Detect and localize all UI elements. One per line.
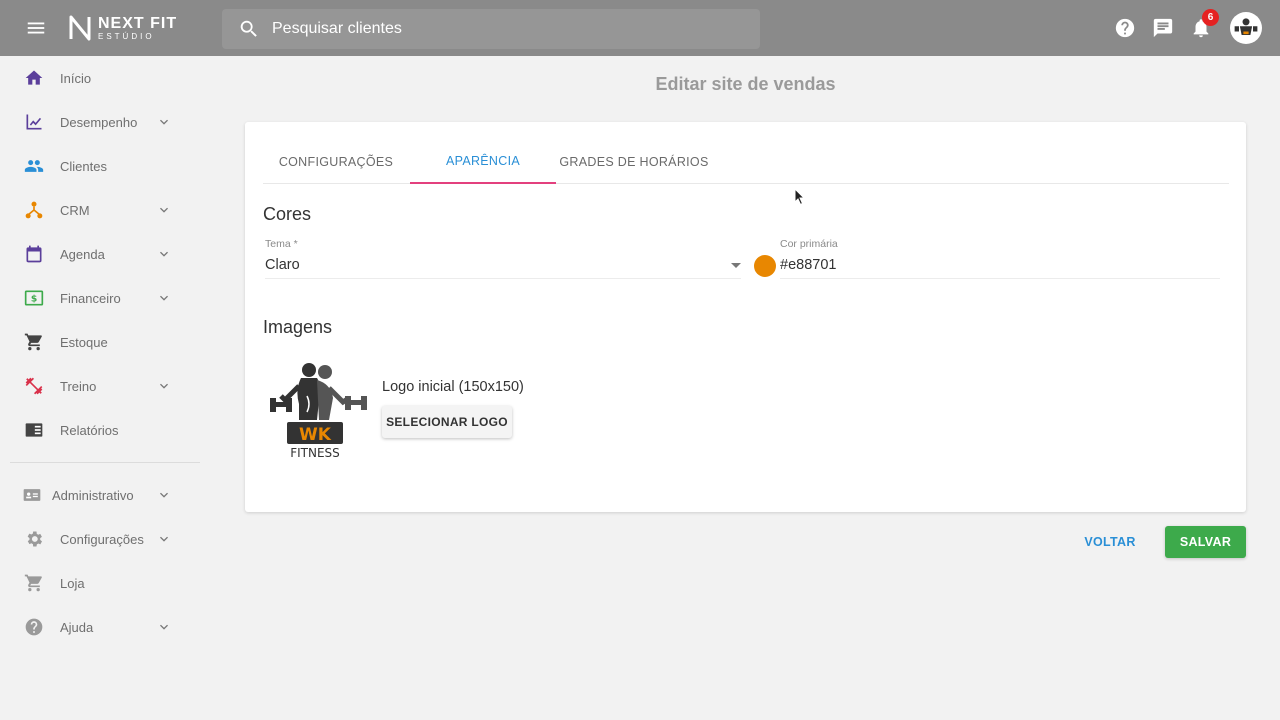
- sidebar-item-configuracoes[interactable]: Configurações: [0, 517, 210, 561]
- sidebar-item-agenda[interactable]: Agenda: [0, 232, 210, 276]
- gym-logo-image: WK FITNESS: [270, 363, 367, 460]
- mouse-cursor-icon: [794, 188, 806, 206]
- calendar-icon: [24, 244, 44, 264]
- tema-underline: [265, 278, 741, 279]
- chevron-down-icon[interactable]: [156, 290, 172, 306]
- chevron-down-icon[interactable]: [156, 246, 172, 262]
- sidebar-item-inicio[interactable]: Início: [0, 56, 210, 100]
- sidebar-item-label: Desempenho: [60, 114, 138, 130]
- dropdown-caret-icon[interactable]: [731, 263, 741, 268]
- search-input[interactable]: [272, 20, 732, 38]
- svg-text:$: $: [31, 293, 37, 304]
- help-button[interactable]: [1106, 8, 1144, 48]
- logo-caption: Logo inicial (150x150): [382, 379, 524, 395]
- sidebar-item-label: Relatórios: [60, 422, 119, 438]
- top-bar: NEXT FIT ESTÚDIO 6: [0, 0, 1280, 56]
- logo-preview: WK FITNESS: [265, 360, 375, 470]
- help-icon: [1115, 18, 1135, 38]
- tab-bar: CONFIGURAÇÕES APARÊNCIA GRADES DE HORÁRI…: [263, 140, 1229, 184]
- search-icon: [240, 20, 257, 37]
- tema-label: Tema *: [265, 238, 298, 250]
- sidebar-item-label: Início: [60, 70, 92, 86]
- logo-text-fitness: FITNESS: [290, 446, 340, 460]
- sidebar-divider: [10, 462, 200, 463]
- user-avatar[interactable]: [1230, 12, 1262, 44]
- tab-grades-de-horarios[interactable]: GRADES DE HORÁRIOS: [556, 140, 712, 184]
- tema-value: Claro: [265, 257, 300, 273]
- chevron-down-icon[interactable]: [156, 378, 172, 394]
- sidebar-item-treino[interactable]: Treino: [0, 364, 210, 408]
- sidebar-item-label: CRM: [60, 202, 90, 218]
- save-button[interactable]: SALVAR: [1165, 526, 1246, 558]
- hamburger-menu-button[interactable]: [0, 0, 72, 56]
- sidebar-item-label: Agenda: [60, 246, 105, 262]
- chevron-down-icon[interactable]: [156, 114, 172, 130]
- chat-icon: [1153, 18, 1173, 38]
- cor-primaria-label: Cor primária: [780, 238, 838, 250]
- sidebar: Início Desempenho Clientes CRM Agenda $ …: [0, 56, 210, 720]
- next-fit-logo-icon: [69, 15, 91, 41]
- chevron-down-icon[interactable]: [156, 202, 172, 218]
- cart-icon: [24, 573, 44, 593]
- sidebar-item-label: Clientes: [60, 158, 107, 174]
- back-button[interactable]: VOLTAR: [1076, 526, 1144, 558]
- logo-text-wk: WK: [299, 425, 332, 445]
- gear-icon: [24, 529, 44, 549]
- sidebar-item-label: Estoque: [60, 334, 108, 350]
- dumbbell-icon: [24, 376, 44, 396]
- chart-line-icon: [24, 112, 44, 132]
- page-title: Editar site de vendas: [655, 74, 836, 94]
- people-icon: [24, 156, 44, 176]
- cor-primaria-value[interactable]: #e88701: [780, 257, 836, 273]
- avatar-icon: [1234, 18, 1258, 35]
- help-icon: [24, 617, 44, 637]
- notification-badge: 6: [1202, 9, 1219, 26]
- brand-logo[interactable]: NEXT FIT ESTÚDIO: [68, 14, 177, 42]
- sidebar-item-desempenho[interactable]: Desempenho: [0, 100, 210, 144]
- chevron-down-icon[interactable]: [156, 531, 172, 547]
- cart-icon: [24, 332, 44, 352]
- report-icon: [24, 420, 44, 440]
- brand-name: NEXT FIT: [98, 14, 178, 32]
- section-title-cores: Cores: [263, 204, 312, 224]
- sidebar-item-administrativo[interactable]: Administrativo: [0, 473, 210, 517]
- sidebar-item-crm[interactable]: CRM: [0, 188, 210, 232]
- sidebar-item-relatorios[interactable]: Relatórios: [0, 408, 210, 452]
- sidebar-item-estoque[interactable]: Estoque: [0, 320, 210, 364]
- sidebar-item-label: Treino: [60, 378, 97, 394]
- menu-icon: [27, 22, 45, 34]
- chat-button[interactable]: [1144, 8, 1182, 48]
- sidebar-item-financeiro[interactable]: $ Financeiro: [0, 276, 210, 320]
- sidebar-item-clientes[interactable]: Clientes: [0, 144, 210, 188]
- sidebar-item-label: Loja: [60, 575, 85, 591]
- cor-primaria-underline: [780, 278, 1220, 279]
- chevron-down-icon[interactable]: [156, 487, 172, 503]
- color-swatch[interactable]: [754, 255, 776, 277]
- tab-aparencia[interactable]: APARÊNCIA: [410, 140, 556, 184]
- select-logo-button[interactable]: SELECIONAR LOGO: [382, 406, 512, 438]
- section-title-imagens: Imagens: [263, 317, 333, 337]
- sidebar-item-label: Financeiro: [60, 290, 121, 306]
- notifications-button[interactable]: 6: [1182, 8, 1220, 48]
- tab-configuracoes[interactable]: CONFIGURAÇÕES: [263, 140, 409, 184]
- chevron-down-icon[interactable]: [156, 619, 172, 635]
- sidebar-item-ajuda[interactable]: Ajuda: [0, 605, 210, 649]
- brand-subtitle: ESTÚDIO: [98, 31, 155, 41]
- crm-network-icon: [24, 200, 44, 220]
- sidebar-item-label: Administrativo: [52, 487, 134, 503]
- sidebar-item-label: Configurações: [60, 531, 144, 547]
- id-card-icon: [22, 485, 42, 505]
- search-bar[interactable]: [222, 9, 760, 49]
- sidebar-item-loja[interactable]: Loja: [0, 561, 210, 605]
- home-icon: [24, 68, 44, 88]
- money-icon: $: [24, 288, 44, 308]
- settings-card: CONFIGURAÇÕES APARÊNCIA GRADES DE HORÁRI…: [245, 122, 1246, 512]
- sidebar-item-label: Ajuda: [60, 619, 94, 635]
